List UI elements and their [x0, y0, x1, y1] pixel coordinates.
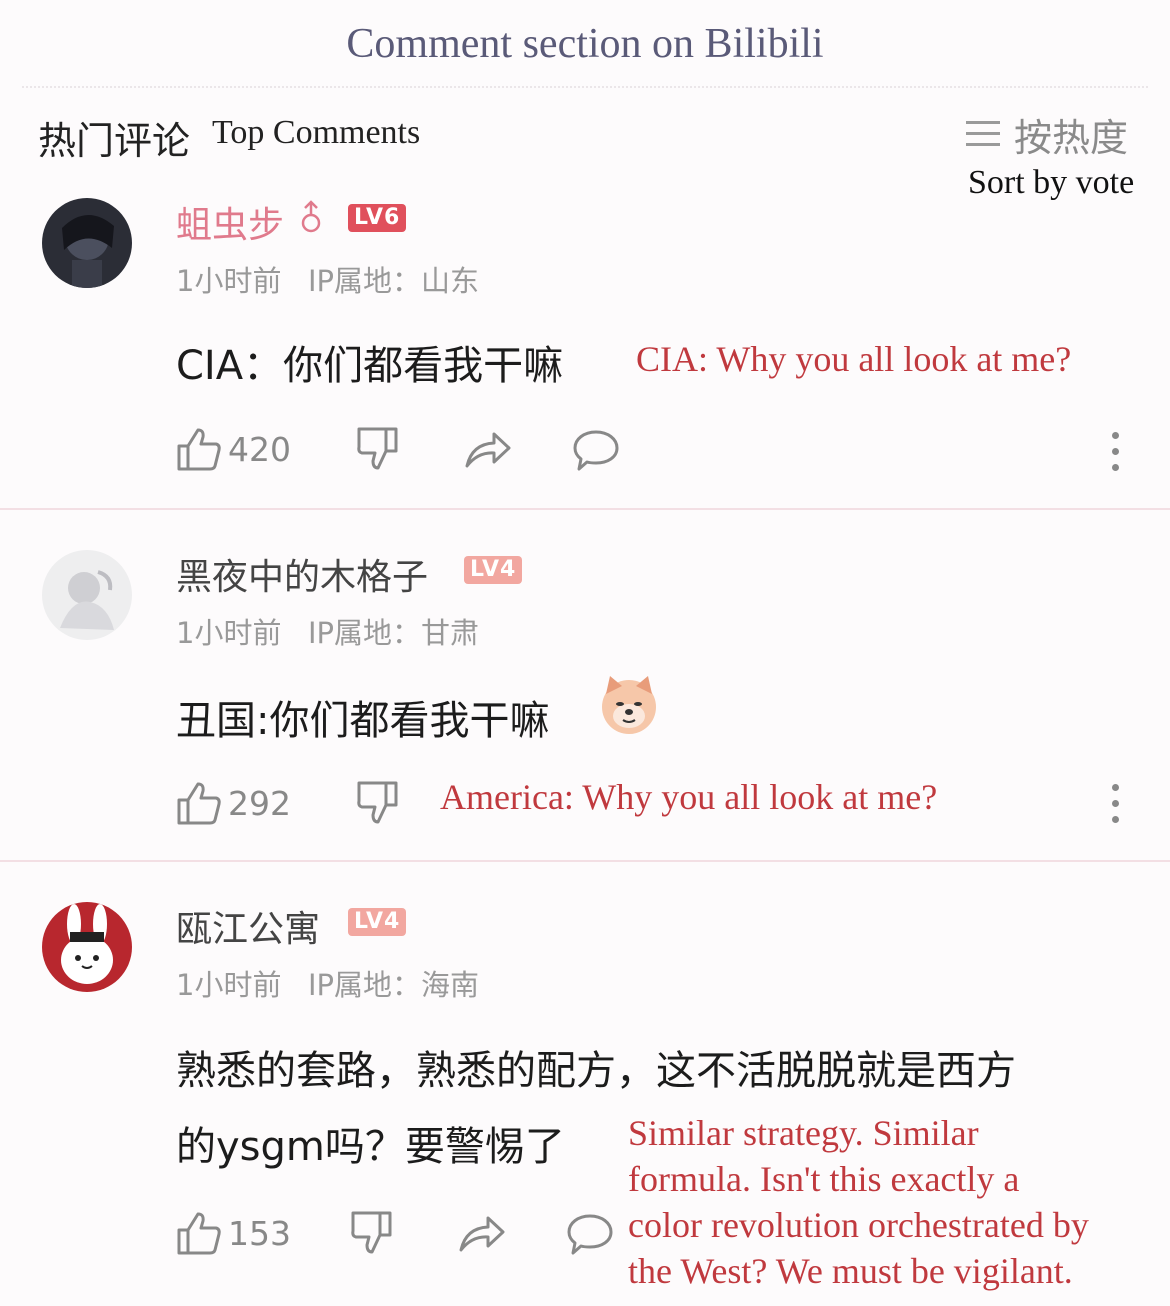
comment-time: 1小时前	[176, 264, 282, 298]
comment-text-line: 的ysgm吗？要警惕了	[176, 1124, 565, 1170]
comment-translation-line: the West? We must be vigilant.	[628, 1251, 1073, 1291]
page-caption: Comment section on Bilibili	[346, 21, 824, 67]
like-count: 420	[228, 429, 291, 469]
divider	[22, 86, 1148, 88]
comment-translation: America: Why you all look at me?	[440, 777, 938, 817]
like-button[interactable]: 153	[176, 1210, 291, 1256]
comment-translation-line: color revolution orchestrated by	[628, 1205, 1089, 1245]
doge-emoji-icon	[602, 676, 656, 734]
level-badge: LV4	[348, 908, 407, 936]
avatar[interactable]	[42, 198, 132, 288]
section-title-translation: Top Comments	[212, 114, 421, 151]
sort-button[interactable]: 按热度	[966, 112, 1128, 160]
avatar[interactable]	[42, 902, 132, 992]
comment-ip-location: IP属地：甘肃	[308, 616, 480, 650]
comment-time: 1小时前	[176, 616, 282, 650]
like-button[interactable]: 420	[176, 426, 291, 472]
like-button[interactable]: 292	[176, 780, 291, 826]
level-badge: LV6	[348, 204, 407, 232]
thumbs-up-icon	[177, 1212, 221, 1255]
comment-time: 1小时前	[176, 968, 282, 1002]
thumbs-up-icon	[177, 428, 221, 471]
thumbs-down-icon[interactable]	[350, 1210, 396, 1256]
like-count: 153	[228, 1213, 291, 1253]
thumbs-down-icon[interactable]	[356, 780, 402, 826]
comment-text: 丑国:你们都看我干嘛	[176, 698, 550, 744]
comment-translation-line: formula. Isn't this exactly a	[628, 1159, 1020, 1199]
comment-text: CIA：你们都看我干嘛	[176, 343, 564, 389]
section-title: 热门评论	[38, 119, 191, 163]
thumbs-down-icon[interactable]	[356, 426, 402, 472]
comment-ip-location: IP属地：山东	[308, 264, 480, 298]
divider	[0, 508, 1170, 510]
male-icon	[301, 200, 321, 233]
username[interactable]: 黑夜中的木格子	[176, 548, 428, 600]
reply-icon[interactable]	[572, 428, 620, 472]
share-icon[interactable]	[458, 1212, 506, 1254]
comment-translation-line: Similar strategy. Similar	[628, 1113, 979, 1153]
username[interactable]: 瓯江公寓	[176, 900, 320, 952]
thumbs-up-icon	[177, 782, 221, 825]
comment-ip-location: IP属地：海南	[308, 968, 480, 1002]
comment-translation: CIA: Why you all look at me?	[636, 339, 1072, 379]
sort-label-translation: Sort by vote	[968, 164, 1135, 201]
more-options-icon[interactable]	[1108, 432, 1122, 472]
share-icon[interactable]	[464, 428, 512, 470]
like-count: 292	[228, 783, 291, 823]
comment-text-line: 熟悉的套路，熟悉的配方，这不活脱脱就是西方	[176, 1048, 1016, 1094]
sort-label: 按热度	[1014, 115, 1129, 160]
divider	[0, 860, 1170, 862]
sort-menu-icon	[966, 119, 1000, 149]
avatar[interactable]	[42, 550, 132, 640]
level-badge: LV4	[464, 556, 523, 584]
username[interactable]: 蛆虫步	[176, 196, 284, 248]
more-options-icon[interactable]	[1108, 784, 1122, 824]
reply-icon[interactable]	[566, 1212, 614, 1256]
